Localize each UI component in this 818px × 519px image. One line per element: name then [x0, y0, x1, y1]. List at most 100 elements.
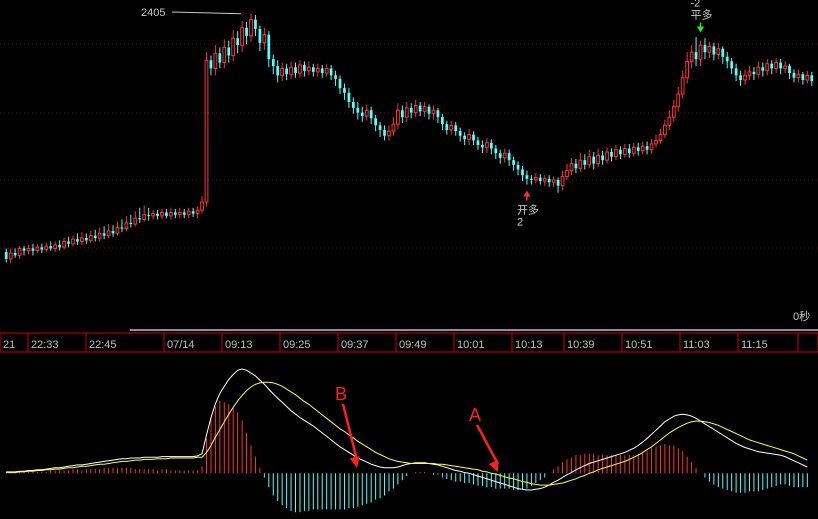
candle-body — [622, 148, 627, 155]
candle-body — [445, 124, 449, 130]
time-tick-label: 22:45 — [89, 339, 117, 351]
candle-body — [306, 66, 311, 72]
candle-body — [431, 109, 436, 115]
candle-body — [792, 73, 796, 78]
candle-body — [761, 67, 765, 71]
candle-body — [610, 152, 613, 157]
time-tick-label: 11:03 — [683, 339, 710, 351]
candle-body — [454, 125, 458, 132]
candle-body — [245, 27, 248, 36]
annotation-arrow — [475, 424, 500, 465]
candle-body — [654, 139, 658, 145]
candle-body — [147, 214, 151, 216]
candle-body — [236, 38, 240, 46]
candle-body — [689, 51, 694, 62]
candle-body — [458, 131, 462, 136]
candle-body — [17, 247, 22, 256]
candle-body — [80, 237, 84, 242]
candle-body — [204, 59, 209, 203]
candle-body — [258, 28, 262, 43]
candle-body — [347, 92, 351, 103]
candle-body — [129, 222, 133, 225]
candle-body — [756, 66, 761, 75]
time-tick-label: 11:15 — [741, 339, 768, 351]
candle-body — [498, 153, 502, 158]
candle-body — [494, 148, 498, 154]
time-tick-label: 10:39 — [567, 339, 595, 351]
time-tick-label: 09:25 — [283, 339, 311, 351]
candle-body — [565, 170, 569, 177]
candle-body — [436, 110, 440, 118]
candle-body — [374, 118, 378, 126]
candle-body — [476, 140, 480, 146]
candle-body — [765, 63, 770, 72]
candle-body — [267, 34, 271, 60]
candle-body — [658, 134, 663, 141]
candle-body — [165, 212, 168, 216]
candle-body — [810, 75, 814, 82]
candle-body — [364, 109, 369, 117]
candle-body — [685, 60, 690, 79]
candle-body — [329, 68, 333, 76]
price-grid — [0, 43, 818, 249]
candle-body — [156, 213, 159, 216]
candle-body — [67, 241, 70, 244]
candle-body — [698, 44, 703, 60]
candle-body — [151, 213, 155, 217]
candle-body — [298, 64, 302, 74]
candle-body — [218, 53, 222, 63]
candle-body — [481, 145, 484, 148]
candle-body — [191, 211, 195, 214]
candle-body — [569, 163, 574, 172]
candle-body — [395, 109, 400, 125]
signal-label: 平多 — [691, 8, 713, 22]
candle-body — [440, 117, 444, 125]
time-tick-label: 07/14 — [167, 339, 195, 351]
candle-body — [712, 46, 716, 55]
candle-body — [770, 63, 774, 69]
candle-body — [649, 143, 654, 151]
candle-body — [592, 156, 596, 164]
candle-body — [516, 164, 520, 170]
candle-body — [467, 134, 471, 140]
candle-body — [694, 52, 698, 60]
candle-body — [676, 93, 681, 108]
candle-body — [58, 244, 62, 248]
candle-body — [680, 77, 685, 95]
time-tick-label: 21 — [3, 339, 15, 351]
candle-body — [667, 116, 672, 126]
candle-body — [231, 37, 236, 57]
candle-body — [383, 129, 386, 136]
candle-body — [222, 46, 227, 64]
status-text: 0秒 — [793, 309, 810, 323]
candle-body — [801, 74, 805, 81]
time-tick-label: 10:13 — [515, 339, 543, 351]
candle-body — [356, 107, 360, 113]
time-axis: 21 22:33 22:45 07/14 09:13 09:25 09:37 09:49 10:… — [0, 332, 818, 353]
candle-body — [725, 56, 729, 62]
candle-body — [249, 19, 253, 37]
candle-body — [422, 106, 427, 112]
candle-body — [271, 59, 275, 67]
candle-body — [88, 235, 93, 241]
candle-body — [530, 178, 533, 180]
time-tick-label: 10:51 — [625, 339, 653, 351]
candle-body — [8, 252, 13, 260]
candle-body — [31, 248, 35, 251]
candle-body — [311, 67, 315, 72]
candle-body — [186, 210, 191, 216]
candle-body — [547, 178, 551, 183]
candle-body — [338, 78, 342, 89]
candle-body — [303, 64, 306, 71]
candle-body — [578, 159, 583, 169]
candle-body — [779, 62, 783, 69]
candle-body — [44, 245, 49, 251]
candle-body — [574, 163, 578, 169]
candle-body — [254, 19, 257, 29]
candle-body — [102, 233, 106, 236]
candle-body — [596, 155, 601, 165]
candle-body — [707, 45, 712, 53]
candle-body — [387, 130, 391, 137]
candle-body — [716, 48, 721, 55]
candle-body — [334, 75, 337, 79]
